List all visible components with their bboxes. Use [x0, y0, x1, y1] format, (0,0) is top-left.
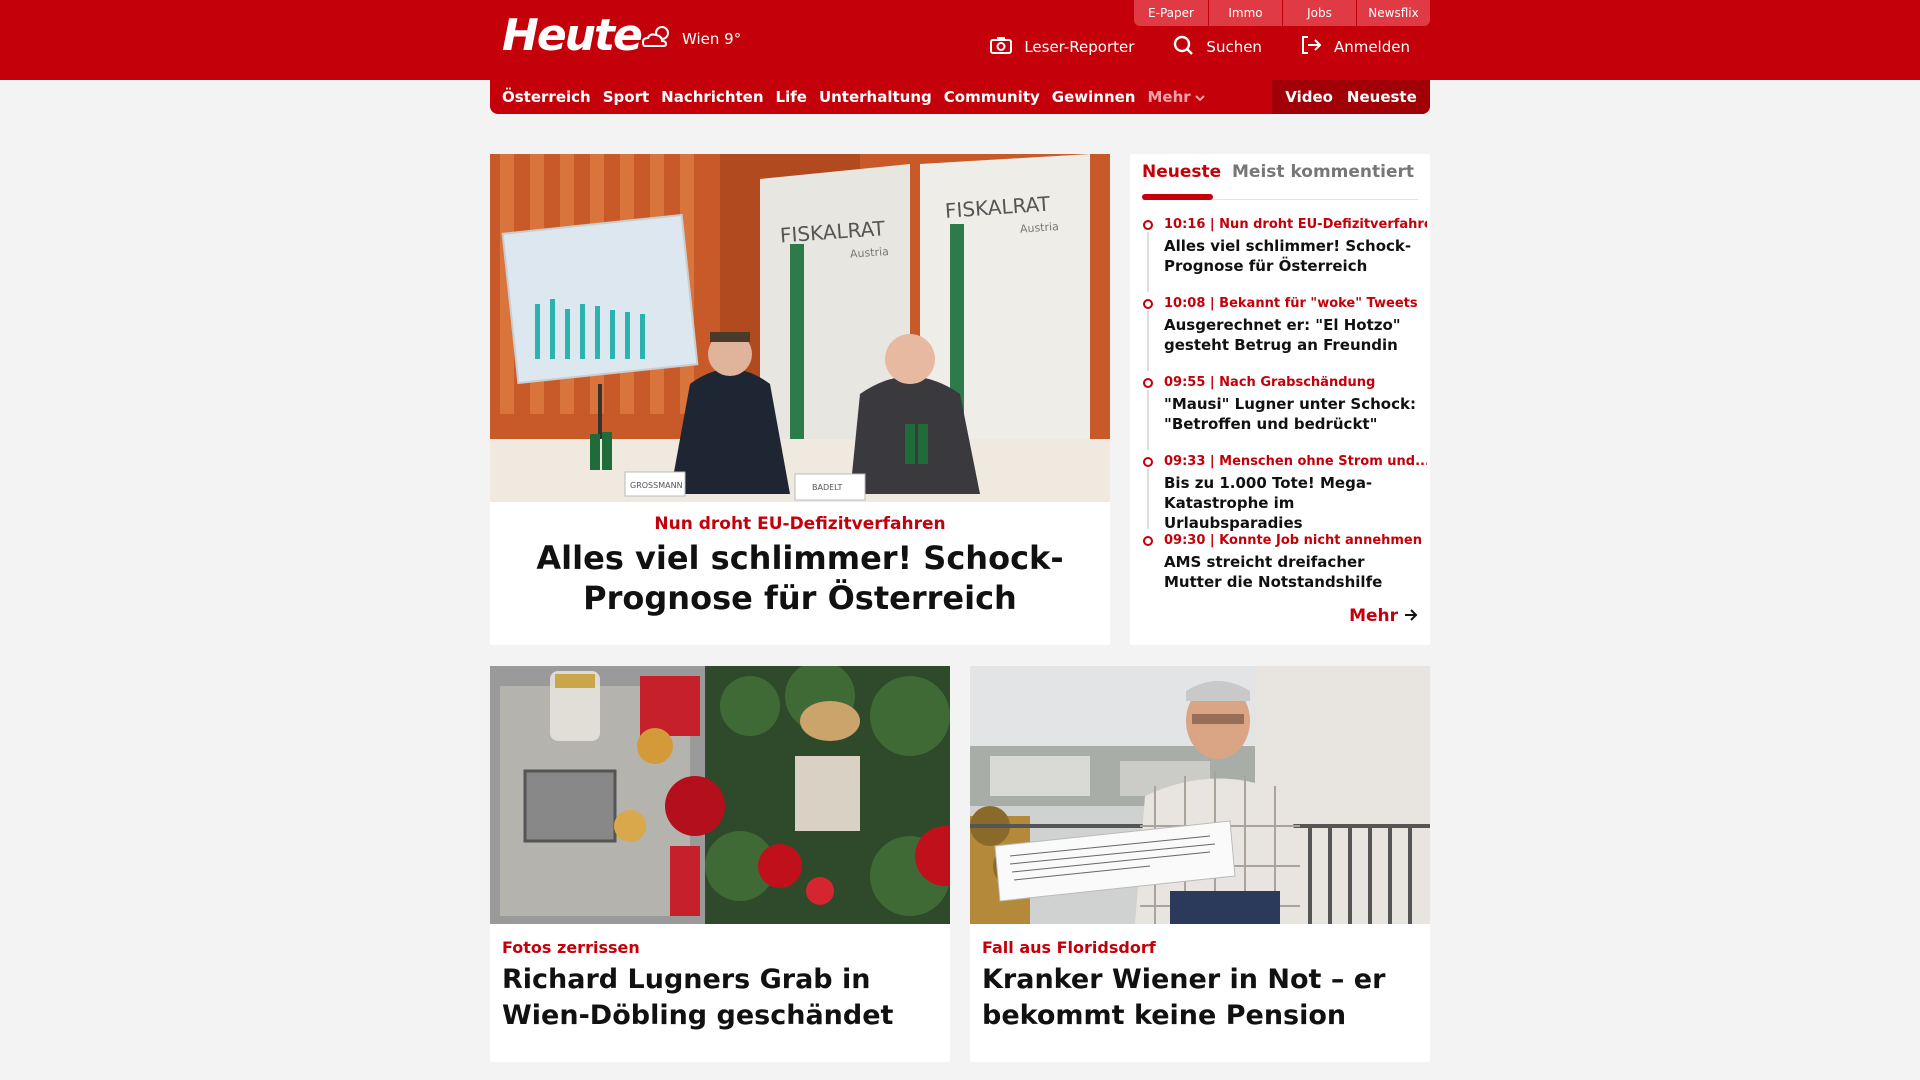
nav-item-unterhaltung[interactable]: Unterhaltung [819, 88, 932, 106]
timeline-dot [1143, 457, 1153, 467]
arrow-right-icon [1404, 606, 1418, 626]
article-image[interactable] [490, 666, 950, 924]
article-image[interactable] [970, 666, 1430, 924]
leser-reporter-button[interactable]: Leser-Reporter [990, 34, 1134, 60]
article-card-pension[interactable]: Fall aus Floridsdorf Kranker Wiener in N… [970, 666, 1430, 1062]
hero-title[interactable]: Alles viel schlimmer! Schock-Prognose fü… [500, 538, 1100, 618]
sidebar-more-link[interactable]: Mehr [1349, 606, 1418, 626]
newest-list: 10:16 | Nun droht EU-Defizitverfahren Al… [1142, 216, 1427, 611]
weather-widget[interactable]: Wien 9° [640, 24, 741, 54]
timeline-dot [1143, 299, 1153, 309]
hero-kicker: Nun droht EU-Defizitverfahren [654, 514, 946, 534]
hero-image[interactable]: FISKALRAT Austria FISKALRAT Austria GROS… [490, 154, 1110, 502]
news-meta: 09:33 | Menschen ohne Strom und... [1164, 454, 1427, 469]
timeline-line [1147, 390, 1149, 450]
nav-item-life[interactable]: Life [776, 88, 807, 106]
tab-meist-kommentiert[interactable]: Meist kommentiert [1232, 162, 1414, 182]
list-item[interactable]: 10:16 | Nun droht EU-Defizitverfahren Al… [1142, 216, 1427, 295]
service-tab-newsflix[interactable]: Newsflix [1356, 0, 1430, 26]
news-title[interactable]: Alles viel schlimmer! Schock-Prognose fü… [1164, 236, 1427, 276]
nav-more-dropdown[interactable]: Mehr [1147, 88, 1205, 106]
timeline-line [1147, 311, 1149, 371]
nav-more-label: Mehr [1147, 88, 1191, 106]
leser-reporter-label: Leser-Reporter [1024, 38, 1135, 56]
camera-icon [990, 36, 1013, 58]
hero-article[interactable]: FISKALRAT Austria FISKALRAT Austria GROS… [490, 154, 1110, 645]
article-card-lugner-grave[interactable]: Fotos zerrissen Richard Lugners Grab in … [490, 666, 950, 1062]
chevron-down-icon [1194, 88, 1205, 106]
svg-text:Austria: Austria [850, 245, 890, 261]
login-button[interactable]: Anmelden [1300, 34, 1410, 60]
search-button[interactable]: Suchen [1172, 34, 1262, 60]
news-title[interactable]: "Mausi" Lugner unter Schock: "Betroffen … [1164, 394, 1427, 434]
timeline-line [1147, 469, 1149, 529]
weather-cloud-sun-icon [640, 24, 674, 54]
list-item[interactable]: 10:08 | Bekannt für "woke" Tweets Ausger… [1142, 295, 1427, 374]
list-item[interactable]: 09:55 | Nach Grabschändung "Mausi" Lugne… [1142, 374, 1427, 453]
news-title[interactable]: Bis zu 1.000 Tote! Mega-Katastrophe im U… [1164, 473, 1427, 533]
list-item[interactable]: 09:33 | Menschen ohne Strom und... Bis z… [1142, 453, 1427, 532]
service-tab-jobs[interactable]: Jobs [1282, 0, 1356, 26]
news-meta: 09:30 | Konnte Job nicht annehmen [1164, 533, 1423, 548]
nav-item-oesterreich[interactable]: Österreich [502, 88, 591, 106]
svg-text:GROSSMANN: GROSSMANN [630, 481, 683, 490]
card-kicker: Fall aus Floridsdorf [982, 938, 1156, 957]
news-title[interactable]: AMS streicht dreifacher Mutter die Notst… [1164, 552, 1427, 592]
news-meta: 10:16 | Nun droht EU-Defizitverfahren [1164, 217, 1427, 232]
active-tab-indicator [1142, 194, 1213, 200]
nav-item-video[interactable]: Video [1285, 88, 1333, 106]
news-meta: 10:08 | Bekannt für "woke" Tweets [1164, 296, 1418, 311]
search-icon [1172, 34, 1194, 60]
login-icon [1300, 35, 1322, 59]
service-tab-epaper[interactable]: E-Paper [1134, 0, 1208, 26]
nav-item-gewinnen[interactable]: Gewinnen [1052, 88, 1136, 106]
nav-item-nachrichten[interactable]: Nachrichten [661, 88, 763, 106]
timeline-dot [1143, 536, 1153, 546]
timeline-line [1147, 232, 1149, 292]
newest-sidebar: Neueste Meist kommentiert 10:16 | Nun dr… [1130, 154, 1430, 645]
list-item[interactable]: 09:30 | Konnte Job nicht annehmen AMS st… [1142, 532, 1427, 611]
main-nav: Österreich Sport Nachrichten Life Unterh… [490, 80, 1430, 114]
nav-item-community[interactable]: Community [944, 88, 1040, 106]
login-label: Anmelden [1333, 38, 1410, 56]
svg-text:Austria: Austria [1020, 220, 1060, 236]
card-title[interactable]: Richard Lugners Grab in Wien-Döbling ges… [502, 962, 922, 1034]
nav-item-neueste[interactable]: Neueste [1347, 88, 1417, 106]
header-actions: Leser-Reporter Suchen Anmelden [990, 34, 1410, 60]
sidebar-tabs: Neueste Meist kommentiert [1142, 154, 1418, 200]
service-tab-immo[interactable]: Immo [1208, 0, 1282, 26]
news-title[interactable]: Ausgerechnet er: "El Hotzo" gesteht Betr… [1164, 315, 1427, 355]
card-title[interactable]: Kranker Wiener in Not – er bekommt keine… [982, 962, 1402, 1034]
header-container: Heute Wien 9° E-Paper Immo Jobs Newsflix… [490, 0, 1430, 80]
news-meta: 09:55 | Nach Grabschändung [1164, 375, 1376, 390]
tab-neueste[interactable]: Neueste [1142, 162, 1221, 182]
site-logo[interactable]: Heute [502, 12, 643, 60]
service-tabs: E-Paper Immo Jobs Newsflix [1134, 0, 1430, 26]
nav-item-sport[interactable]: Sport [603, 88, 649, 106]
nav-right-group: Video Neueste [1272, 80, 1430, 114]
card-kicker: Fotos zerrissen [502, 938, 640, 957]
search-label: Suchen [1206, 38, 1262, 56]
weather-text: Wien 9° [682, 30, 742, 48]
timeline-dot [1143, 220, 1153, 230]
timeline-dot [1143, 378, 1153, 388]
sidebar-more-label: Mehr [1349, 606, 1398, 626]
svg-text:BADELT: BADELT [812, 483, 843, 492]
